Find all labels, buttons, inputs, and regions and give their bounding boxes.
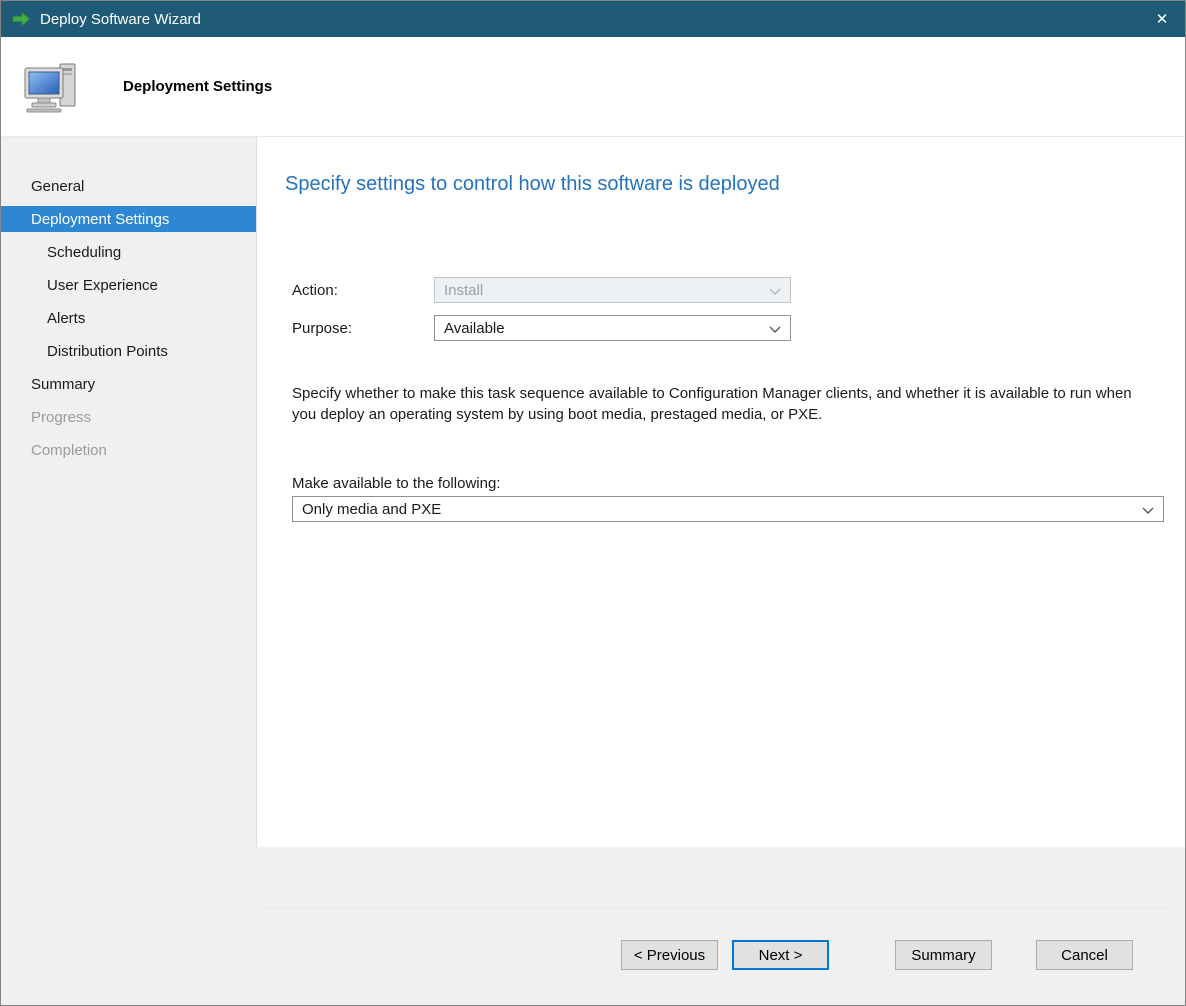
footer-divider [266, 907, 1173, 908]
sidebar-item-user-experience[interactable]: User Experience [1, 272, 256, 298]
availability-description: Specify whether to make this task sequen… [292, 384, 1137, 425]
sidebar-item-scheduling[interactable]: Scheduling [1, 239, 256, 265]
deploy-software-wizard-window: Deploy Software Wizard ✕ [0, 0, 1186, 1006]
close-button[interactable]: ✕ [1139, 1, 1185, 37]
availability-dropdown-value: Only media and PXE [302, 501, 1134, 518]
sidebar-item-general[interactable]: General [1, 173, 256, 199]
wizard-step-list: General Deployment Settings Scheduling U… [1, 137, 256, 1005]
cancel-button[interactable]: Cancel [1036, 940, 1133, 970]
sidebar-item-progress: Progress [1, 404, 256, 430]
summary-button[interactable]: Summary [895, 940, 992, 970]
wizard-header: Deployment Settings [1, 37, 1185, 137]
action-dropdown-value: Install [444, 282, 761, 299]
sidebar-item-deployment-settings[interactable]: Deployment Settings [1, 206, 256, 232]
availability-label: Make available to the following: [292, 475, 500, 492]
next-button[interactable]: Next > [732, 940, 829, 970]
chevron-down-icon [769, 282, 781, 299]
purpose-dropdown-value: Available [444, 320, 761, 337]
window-title: Deploy Software Wizard [40, 11, 201, 28]
action-label: Action: [292, 282, 338, 299]
sidebar-item-summary[interactable]: Summary [1, 371, 256, 397]
purpose-dropdown[interactable]: Available [434, 315, 791, 341]
action-dropdown: Install [434, 277, 791, 303]
content-panel: Specify settings to control how this sof… [256, 137, 1185, 847]
titlebar: Deploy Software Wizard ✕ [1, 1, 1185, 37]
wizard-green-arrow-icon [11, 11, 31, 27]
previous-button[interactable]: < Previous [621, 940, 718, 970]
sidebar-item-distribution-points[interactable]: Distribution Points [1, 338, 256, 364]
sidebar-item-alerts[interactable]: Alerts [1, 305, 256, 331]
content-heading: Specify settings to control how this sof… [285, 173, 780, 196]
page-title: Deployment Settings [123, 78, 272, 95]
chevron-down-icon [769, 320, 781, 337]
sidebar-item-completion: Completion [1, 437, 256, 463]
computer-icon [23, 61, 81, 113]
availability-dropdown[interactable]: Only media and PXE [292, 496, 1164, 522]
chevron-down-icon [1142, 501, 1154, 518]
purpose-label: Purpose: [292, 320, 352, 337]
